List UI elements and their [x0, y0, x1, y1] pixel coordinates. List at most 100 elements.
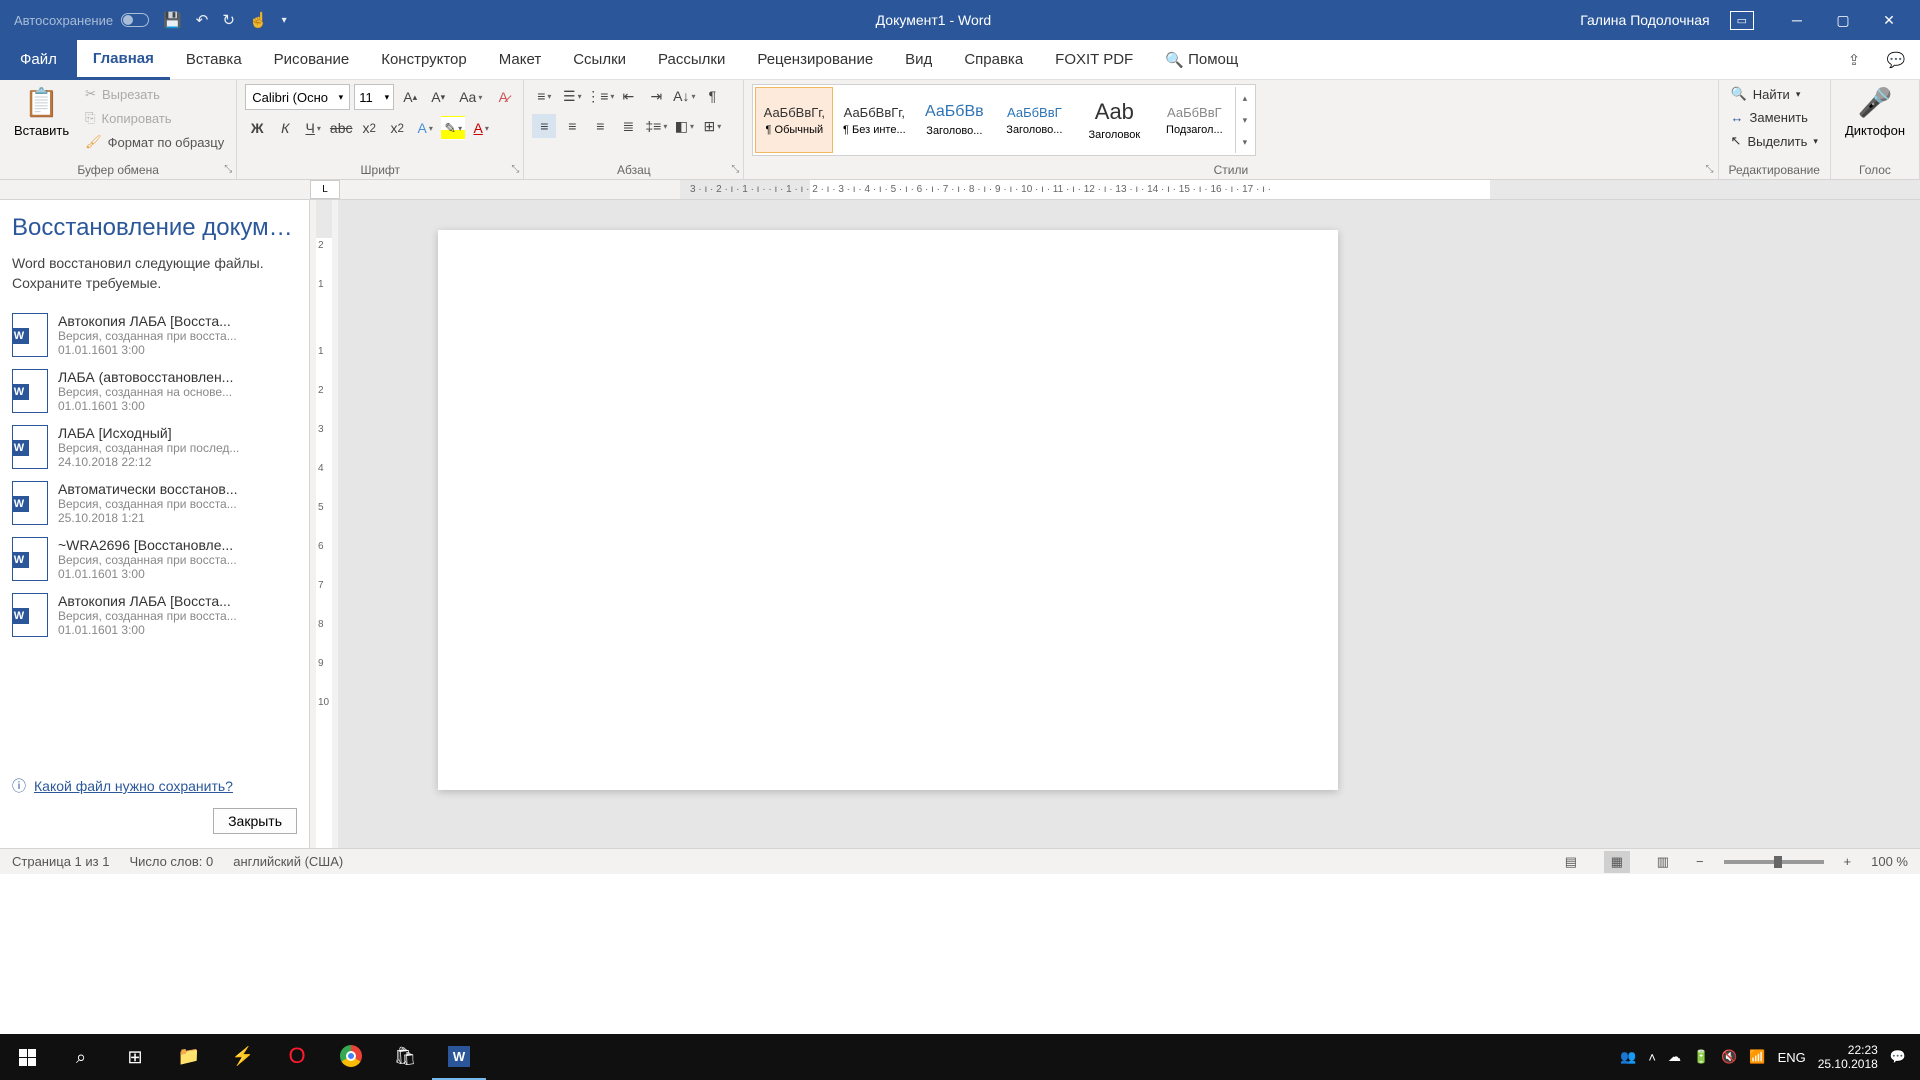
- strikethrough-button[interactable]: abc: [329, 116, 353, 140]
- superscript-button[interactable]: x2: [385, 116, 409, 140]
- task-view-button[interactable]: ⊞: [108, 1034, 162, 1080]
- subscript-button[interactable]: x2: [357, 116, 381, 140]
- tab-foxit[interactable]: FOXIT PDF: [1039, 40, 1149, 80]
- close-button[interactable]: ✕: [1866, 0, 1912, 40]
- touch-mode-icon[interactable]: ☝: [249, 11, 268, 29]
- align-left-button[interactable]: ≡: [532, 114, 556, 138]
- styles-more[interactable]: ▴▾▾: [1235, 87, 1253, 153]
- status-language[interactable]: английский (США): [233, 854, 343, 869]
- share-button[interactable]: ⇪: [1836, 42, 1872, 78]
- tab-file[interactable]: Файл: [0, 40, 77, 80]
- chrome-button[interactable]: [324, 1034, 378, 1080]
- action-center-icon[interactable]: 💬: [1890, 1049, 1906, 1065]
- change-case-button[interactable]: Aa: [454, 85, 487, 109]
- tab-draw[interactable]: Рисование: [258, 40, 366, 80]
- print-layout-button[interactable]: ▦: [1604, 851, 1630, 873]
- align-right-button[interactable]: ≡: [588, 114, 612, 138]
- comments-button[interactable]: 💬: [1878, 42, 1914, 78]
- recovery-item[interactable]: ~WRA2696 [Восстановле...Версия, созданна…: [12, 531, 297, 587]
- recovery-help-link[interactable]: ⓘКакой файл нужно сохранить?: [12, 768, 297, 804]
- vertical-ruler[interactable]: 2112345678910: [316, 200, 332, 848]
- save-icon[interactable]: 💾: [163, 11, 182, 29]
- status-words[interactable]: Число слов: 0: [129, 854, 213, 869]
- file-explorer-button[interactable]: 📁: [162, 1034, 216, 1080]
- font-size-combo[interactable]: 11▾: [354, 84, 394, 110]
- opera-button[interactable]: O: [270, 1034, 324, 1080]
- copy-button[interactable]: ⎘Копировать: [81, 108, 228, 128]
- search-button[interactable]: ⌕: [54, 1034, 108, 1080]
- line-spacing-button[interactable]: ‡≡: [644, 114, 668, 138]
- style-heading1[interactable]: АаБбВвЗаголово...: [915, 87, 993, 153]
- minimize-button[interactable]: ─: [1774, 0, 1820, 40]
- tray-chevron-icon[interactable]: ˄: [1648, 1050, 1656, 1065]
- launcher-icon[interactable]: ⤡: [731, 164, 739, 175]
- tab-insert[interactable]: Вставка: [170, 40, 258, 80]
- bold-button[interactable]: Ж: [245, 116, 269, 140]
- font-name-combo[interactable]: Calibri (Осно▾: [245, 84, 350, 110]
- qat-customize-icon[interactable]: ▾: [282, 15, 287, 26]
- decrease-indent-button[interactable]: ⇤: [616, 84, 640, 108]
- zoom-out-button[interactable]: −: [1696, 854, 1704, 869]
- wifi-icon[interactable]: 📶: [1749, 1049, 1765, 1065]
- web-layout-button[interactable]: ▥: [1650, 851, 1676, 873]
- zoom-slider[interactable]: [1724, 860, 1824, 864]
- launcher-icon[interactable]: ⤡: [511, 164, 519, 175]
- tab-layout[interactable]: Макет: [483, 40, 557, 80]
- cut-button[interactable]: ✂Вырезать: [81, 84, 228, 104]
- document-area[interactable]: [338, 200, 1920, 848]
- recovery-item[interactable]: Автокопия ЛАБА [Восста...Версия, созданн…: [12, 587, 297, 643]
- launcher-icon[interactable]: ⤡: [1706, 164, 1714, 175]
- tell-me[interactable]: 🔍 Помощ: [1149, 40, 1254, 80]
- people-icon[interactable]: 👥: [1620, 1049, 1636, 1065]
- justify-button[interactable]: ≣: [616, 114, 640, 138]
- replace-button[interactable]: ↔Заменить: [1727, 108, 1822, 127]
- launcher-icon[interactable]: ⤡: [224, 164, 232, 175]
- style-heading2[interactable]: АаБбВвГЗаголово...: [995, 87, 1073, 153]
- zoom-in-button[interactable]: +: [1844, 854, 1852, 869]
- read-mode-button[interactable]: ▤: [1558, 851, 1584, 873]
- tab-review[interactable]: Рецензирование: [741, 40, 889, 80]
- tab-view[interactable]: Вид: [889, 40, 948, 80]
- horizontal-ruler[interactable]: 3 · ı · 2 · ı · 1 · ı · · ı · 1 · ı · 2 …: [680, 180, 1920, 199]
- clock[interactable]: 22:2325.10.2018: [1818, 1043, 1878, 1072]
- select-button[interactable]: ↖Выделить▾: [1727, 131, 1822, 151]
- start-button[interactable]: [0, 1034, 54, 1080]
- multilevel-button[interactable]: ⋮≡: [588, 84, 612, 108]
- paste-button[interactable]: 📋 Вставить: [8, 84, 75, 140]
- recovery-item[interactable]: ЛАБА (автовосстановлен...Версия, созданн…: [12, 363, 297, 419]
- recovery-close-button[interactable]: Закрыть: [213, 808, 297, 834]
- underline-button[interactable]: Ч: [301, 116, 325, 140]
- increase-indent-button[interactable]: ⇥: [644, 84, 668, 108]
- tab-design[interactable]: Конструктор: [365, 40, 483, 80]
- tab-home[interactable]: Главная: [77, 40, 170, 80]
- store-button[interactable]: 🛍: [378, 1034, 432, 1080]
- style-no-spacing[interactable]: АаБбВвГг,¶ Без инте...: [835, 87, 913, 153]
- page[interactable]: [438, 230, 1338, 790]
- style-normal[interactable]: АаБбВвГг,¶ Обычный: [755, 87, 833, 153]
- ribbon-display-icon[interactable]: ▭: [1730, 11, 1754, 30]
- shading-button[interactable]: ◧: [672, 114, 696, 138]
- tab-help[interactable]: Справка: [948, 40, 1039, 80]
- recovery-item[interactable]: ЛАБА [Исходный]Версия, созданная при пос…: [12, 419, 297, 475]
- username[interactable]: Галина Подолочная: [1580, 12, 1709, 28]
- zoom-level[interactable]: 100 %: [1871, 854, 1908, 869]
- style-subtitle[interactable]: АаБбВвГПодзагол...: [1155, 87, 1233, 153]
- find-button[interactable]: 🔍Найти▾: [1727, 84, 1822, 104]
- maximize-button[interactable]: ▢: [1820, 0, 1866, 40]
- text-effects-button[interactable]: A: [413, 116, 437, 140]
- redo-icon[interactable]: ↻: [222, 11, 235, 29]
- recovery-item[interactable]: Автокопия ЛАБА [Восста...Версия, созданн…: [12, 307, 297, 363]
- autosave-toggle[interactable]: Автосохранение: [14, 13, 149, 28]
- undo-icon[interactable]: ↶: [196, 11, 209, 29]
- align-center-button[interactable]: ≡: [560, 114, 584, 138]
- styles-gallery[interactable]: АаБбВвГг,¶ Обычный АаБбВвГг,¶ Без инте..…: [752, 84, 1256, 156]
- style-title[interactable]: AabЗаголовок: [1075, 87, 1153, 153]
- font-color-button[interactable]: A: [469, 116, 493, 140]
- shrink-font-button[interactable]: A▾: [426, 85, 450, 109]
- tab-selector[interactable]: L: [310, 180, 340, 199]
- language-indicator[interactable]: ENG: [1778, 1050, 1806, 1065]
- format-painter-button[interactable]: 🖌Формат по образцу: [81, 132, 228, 152]
- word-taskbar-button[interactable]: W: [432, 1034, 486, 1080]
- italic-button[interactable]: К: [273, 116, 297, 140]
- borders-button[interactable]: ⊞: [700, 114, 724, 138]
